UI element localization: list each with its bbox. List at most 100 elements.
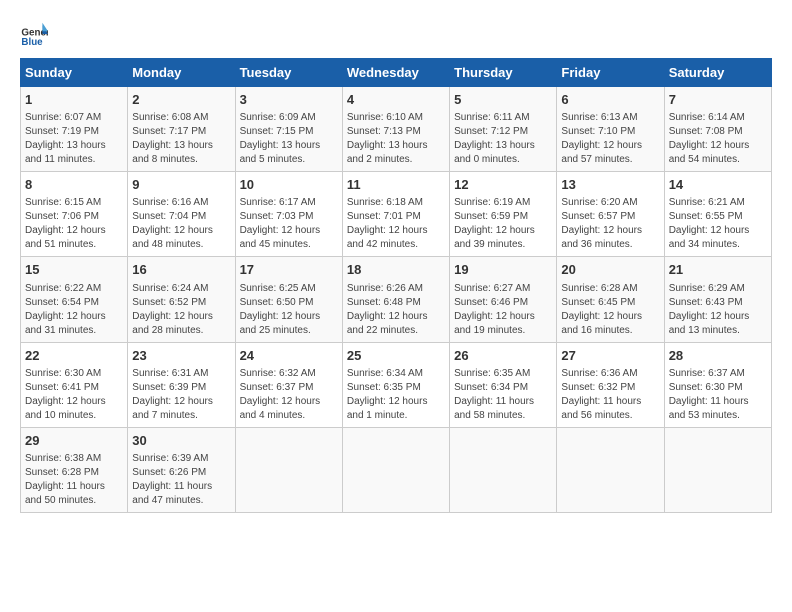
weekday-header: Sunday — [21, 59, 128, 87]
calendar-day-cell — [450, 427, 557, 512]
day-info: Sunrise: 6:11 AM Sunset: 7:12 PM Dayligh… — [454, 111, 552, 167]
day-number: 11 — [347, 176, 445, 194]
day-number: 10 — [240, 176, 338, 194]
day-number: 17 — [240, 261, 338, 279]
calendar-day-cell: 14 Sunrise: 6:21 AM Sunset: 6:55 PM Dayl… — [664, 172, 771, 257]
weekday-header: Saturday — [664, 59, 771, 87]
day-info: Sunrise: 6:22 AM Sunset: 6:54 PM Dayligh… — [25, 282, 123, 338]
day-number: 20 — [561, 261, 659, 279]
calendar-day-cell: 27 Sunrise: 6:36 AM Sunset: 6:32 PM Dayl… — [557, 342, 664, 427]
weekday-header: Monday — [128, 59, 235, 87]
calendar-day-cell: 8 Sunrise: 6:15 AM Sunset: 7:06 PM Dayli… — [21, 172, 128, 257]
calendar-day-cell: 28 Sunrise: 6:37 AM Sunset: 6:30 PM Dayl… — [664, 342, 771, 427]
day-info: Sunrise: 6:15 AM Sunset: 7:06 PM Dayligh… — [25, 196, 123, 252]
weekday-header: Wednesday — [342, 59, 449, 87]
day-number: 18 — [347, 261, 445, 279]
day-number: 26 — [454, 347, 552, 365]
day-number: 19 — [454, 261, 552, 279]
calendar-day-cell: 13 Sunrise: 6:20 AM Sunset: 6:57 PM Dayl… — [557, 172, 664, 257]
day-number: 30 — [132, 432, 230, 450]
weekday-header: Thursday — [450, 59, 557, 87]
calendar-day-cell: 26 Sunrise: 6:35 AM Sunset: 6:34 PM Dayl… — [450, 342, 557, 427]
weekday-header-row: SundayMondayTuesdayWednesdayThursdayFrid… — [21, 59, 772, 87]
calendar-day-cell: 4 Sunrise: 6:10 AM Sunset: 7:13 PM Dayli… — [342, 87, 449, 172]
day-info: Sunrise: 6:29 AM Sunset: 6:43 PM Dayligh… — [669, 282, 767, 338]
day-info: Sunrise: 6:17 AM Sunset: 7:03 PM Dayligh… — [240, 196, 338, 252]
day-number: 16 — [132, 261, 230, 279]
calendar-day-cell: 12 Sunrise: 6:19 AM Sunset: 6:59 PM Dayl… — [450, 172, 557, 257]
calendar-week-row: 22 Sunrise: 6:30 AM Sunset: 6:41 PM Dayl… — [21, 342, 772, 427]
day-info: Sunrise: 6:24 AM Sunset: 6:52 PM Dayligh… — [132, 282, 230, 338]
day-number: 14 — [669, 176, 767, 194]
day-info: Sunrise: 6:26 AM Sunset: 6:48 PM Dayligh… — [347, 282, 445, 338]
day-number: 22 — [25, 347, 123, 365]
calendar-day-cell: 19 Sunrise: 6:27 AM Sunset: 6:46 PM Dayl… — [450, 257, 557, 342]
calendar-day-cell — [664, 427, 771, 512]
day-number: 7 — [669, 91, 767, 109]
day-info: Sunrise: 6:39 AM Sunset: 6:26 PM Dayligh… — [132, 452, 230, 508]
day-info: Sunrise: 6:13 AM Sunset: 7:10 PM Dayligh… — [561, 111, 659, 167]
calendar-day-cell: 17 Sunrise: 6:25 AM Sunset: 6:50 PM Dayl… — [235, 257, 342, 342]
calendar-day-cell: 24 Sunrise: 6:32 AM Sunset: 6:37 PM Dayl… — [235, 342, 342, 427]
calendar-day-cell: 20 Sunrise: 6:28 AM Sunset: 6:45 PM Dayl… — [557, 257, 664, 342]
day-info: Sunrise: 6:28 AM Sunset: 6:45 PM Dayligh… — [561, 282, 659, 338]
day-info: Sunrise: 6:32 AM Sunset: 6:37 PM Dayligh… — [240, 367, 338, 423]
day-info: Sunrise: 6:09 AM Sunset: 7:15 PM Dayligh… — [240, 111, 338, 167]
calendar-day-cell: 18 Sunrise: 6:26 AM Sunset: 6:48 PM Dayl… — [342, 257, 449, 342]
day-info: Sunrise: 6:20 AM Sunset: 6:57 PM Dayligh… — [561, 196, 659, 252]
calendar-table: SundayMondayTuesdayWednesdayThursdayFrid… — [20, 58, 772, 513]
calendar-day-cell: 25 Sunrise: 6:34 AM Sunset: 6:35 PM Dayl… — [342, 342, 449, 427]
day-info: Sunrise: 6:21 AM Sunset: 6:55 PM Dayligh… — [669, 196, 767, 252]
day-info: Sunrise: 6:19 AM Sunset: 6:59 PM Dayligh… — [454, 196, 552, 252]
calendar-day-cell — [557, 427, 664, 512]
calendar-day-cell: 9 Sunrise: 6:16 AM Sunset: 7:04 PM Dayli… — [128, 172, 235, 257]
calendar-day-cell: 5 Sunrise: 6:11 AM Sunset: 7:12 PM Dayli… — [450, 87, 557, 172]
day-number: 6 — [561, 91, 659, 109]
calendar-day-cell: 3 Sunrise: 6:09 AM Sunset: 7:15 PM Dayli… — [235, 87, 342, 172]
day-number: 5 — [454, 91, 552, 109]
day-number: 29 — [25, 432, 123, 450]
calendar-day-cell: 23 Sunrise: 6:31 AM Sunset: 6:39 PM Dayl… — [128, 342, 235, 427]
day-info: Sunrise: 6:07 AM Sunset: 7:19 PM Dayligh… — [25, 111, 123, 167]
calendar-day-cell: 21 Sunrise: 6:29 AM Sunset: 6:43 PM Dayl… — [664, 257, 771, 342]
day-number: 1 — [25, 91, 123, 109]
day-number: 24 — [240, 347, 338, 365]
calendar-day-cell — [235, 427, 342, 512]
calendar-week-row: 8 Sunrise: 6:15 AM Sunset: 7:06 PM Dayli… — [21, 172, 772, 257]
calendar-day-cell: 11 Sunrise: 6:18 AM Sunset: 7:01 PM Dayl… — [342, 172, 449, 257]
calendar-day-cell: 10 Sunrise: 6:17 AM Sunset: 7:03 PM Dayl… — [235, 172, 342, 257]
day-number: 9 — [132, 176, 230, 194]
svg-text:Blue: Blue — [21, 37, 43, 48]
day-info: Sunrise: 6:35 AM Sunset: 6:34 PM Dayligh… — [454, 367, 552, 423]
calendar-day-cell: 2 Sunrise: 6:08 AM Sunset: 7:17 PM Dayli… — [128, 87, 235, 172]
day-number: 21 — [669, 261, 767, 279]
calendar-day-cell: 29 Sunrise: 6:38 AM Sunset: 6:28 PM Dayl… — [21, 427, 128, 512]
day-number: 15 — [25, 261, 123, 279]
day-info: Sunrise: 6:37 AM Sunset: 6:30 PM Dayligh… — [669, 367, 767, 423]
calendar-week-row: 1 Sunrise: 6:07 AM Sunset: 7:19 PM Dayli… — [21, 87, 772, 172]
calendar-week-row: 15 Sunrise: 6:22 AM Sunset: 6:54 PM Dayl… — [21, 257, 772, 342]
day-info: Sunrise: 6:38 AM Sunset: 6:28 PM Dayligh… — [25, 452, 123, 508]
day-number: 8 — [25, 176, 123, 194]
day-info: Sunrise: 6:27 AM Sunset: 6:46 PM Dayligh… — [454, 282, 552, 338]
day-number: 25 — [347, 347, 445, 365]
day-info: Sunrise: 6:31 AM Sunset: 6:39 PM Dayligh… — [132, 367, 230, 423]
day-info: Sunrise: 6:36 AM Sunset: 6:32 PM Dayligh… — [561, 367, 659, 423]
day-number: 28 — [669, 347, 767, 365]
logo-icon: General Blue — [20, 20, 48, 48]
weekday-header: Friday — [557, 59, 664, 87]
day-info: Sunrise: 6:18 AM Sunset: 7:01 PM Dayligh… — [347, 196, 445, 252]
calendar-week-row: 29 Sunrise: 6:38 AM Sunset: 6:28 PM Dayl… — [21, 427, 772, 512]
day-number: 4 — [347, 91, 445, 109]
calendar-day-cell: 6 Sunrise: 6:13 AM Sunset: 7:10 PM Dayli… — [557, 87, 664, 172]
day-number: 3 — [240, 91, 338, 109]
day-info: Sunrise: 6:34 AM Sunset: 6:35 PM Dayligh… — [347, 367, 445, 423]
page-header: General Blue — [20, 20, 772, 48]
calendar-day-cell: 22 Sunrise: 6:30 AM Sunset: 6:41 PM Dayl… — [21, 342, 128, 427]
day-info: Sunrise: 6:08 AM Sunset: 7:17 PM Dayligh… — [132, 111, 230, 167]
day-number: 12 — [454, 176, 552, 194]
day-number: 13 — [561, 176, 659, 194]
day-number: 23 — [132, 347, 230, 365]
day-info: Sunrise: 6:16 AM Sunset: 7:04 PM Dayligh… — [132, 196, 230, 252]
calendar-day-cell: 16 Sunrise: 6:24 AM Sunset: 6:52 PM Dayl… — [128, 257, 235, 342]
